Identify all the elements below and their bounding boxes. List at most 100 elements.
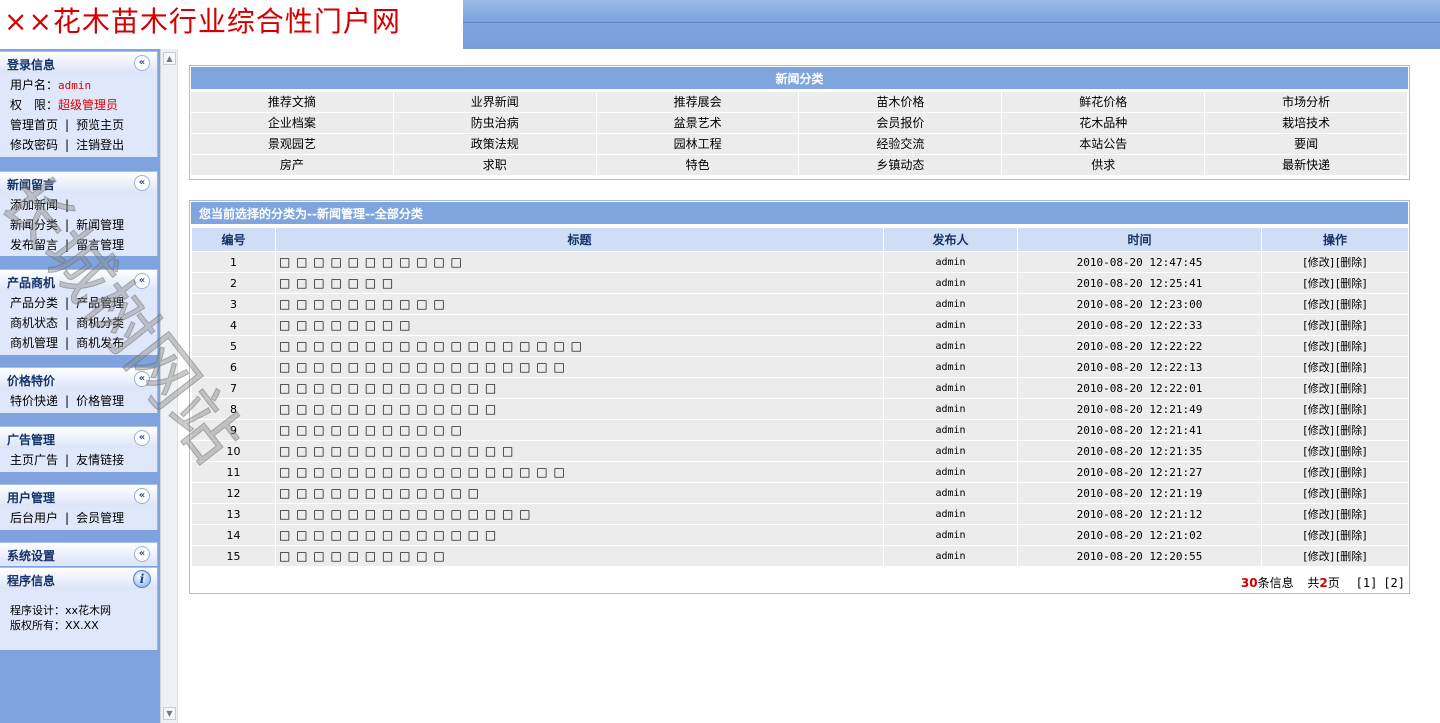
edit-link[interactable]: [修改]	[1303, 319, 1334, 332]
category-link[interactable]: 花木品种	[1002, 113, 1206, 134]
delete-link[interactable]: [删除]	[1336, 487, 1367, 500]
category-link[interactable]: 乡镇动态	[799, 155, 1003, 176]
collapse-icon[interactable]: «	[134, 371, 150, 387]
cell-title[interactable]: □ □ □ □ □ □ □ □ □ □ □	[275, 251, 884, 273]
collapse-icon[interactable]: «	[134, 430, 150, 446]
edit-link[interactable]: [修改]	[1303, 277, 1334, 290]
cell-title[interactable]: □ □ □ □ □ □ □ □ □ □ □ □ □	[275, 398, 884, 420]
link-change-password[interactable]: 修改密码	[10, 138, 58, 152]
collapse-icon[interactable]: «	[134, 546, 150, 562]
delete-link[interactable]: [删除]	[1336, 277, 1367, 290]
link-home-ads[interactable]: 主页广告	[10, 453, 58, 467]
link-friend-links[interactable]: 友情链接	[76, 453, 124, 467]
link-member-manage[interactable]: 会员管理	[76, 511, 124, 525]
cell-title[interactable]: □ □ □ □ □ □ □	[275, 272, 884, 294]
cell-title[interactable]: □ □ □ □ □ □ □ □	[275, 314, 884, 336]
category-link[interactable]: 会员报价	[799, 113, 1003, 134]
cell-title[interactable]: □ □ □ □ □ □ □ □ □ □ □ □ □ □	[275, 440, 884, 462]
collapse-icon[interactable]: «	[134, 273, 150, 289]
link-preview-home[interactable]: 预览主页	[76, 118, 124, 132]
category-link[interactable]: 业界新闻	[393, 92, 597, 113]
section-header[interactable]: 系统设置 «	[0, 542, 157, 564]
edit-link[interactable]: [修改]	[1303, 256, 1334, 269]
cell-title[interactable]: □ □ □ □ □ □ □ □ □ □ □ □	[275, 482, 884, 504]
link-biz-manage[interactable]: 商机管理	[10, 336, 58, 350]
link-special-express[interactable]: 特价快递	[10, 394, 58, 408]
category-link[interactable]: 市场分析	[1205, 92, 1408, 113]
category-link[interactable]: 要闻	[1205, 134, 1408, 155]
category-link[interactable]: 推荐展会	[596, 92, 800, 113]
cell-title[interactable]: □ □ □ □ □ □ □ □ □ □ □ □ □	[275, 377, 884, 399]
edit-link[interactable]: [修改]	[1303, 445, 1334, 458]
link-backend-users[interactable]: 后台用户	[10, 511, 58, 525]
collapse-icon[interactable]: «	[134, 175, 150, 191]
category-link[interactable]: 经验交流	[799, 134, 1003, 155]
delete-link[interactable]: [删除]	[1336, 445, 1367, 458]
scroll-up-arrow-icon[interactable]: ▲	[163, 52, 176, 65]
cell-title[interactable]: □ □ □ □ □ □ □ □ □ □	[275, 545, 884, 567]
category-link[interactable]: 栽培技术	[1205, 113, 1408, 134]
link-message-manage[interactable]: 留言管理	[76, 238, 124, 252]
cell-title[interactable]: □ □ □ □ □ □ □ □ □ □ □ □ □ □ □ □ □	[275, 461, 884, 483]
delete-link[interactable]: [删除]	[1336, 424, 1367, 437]
delete-link[interactable]: [删除]	[1336, 466, 1367, 479]
link-add-news[interactable]: 添加新闻	[10, 198, 58, 212]
category-link[interactable]: 推荐文摘	[191, 92, 394, 113]
category-link[interactable]: 企业档案	[191, 113, 394, 134]
delete-link[interactable]: [删除]	[1336, 529, 1367, 542]
scroll-down-arrow-icon[interactable]: ▼	[163, 707, 176, 720]
link-product-category[interactable]: 产品分类	[10, 296, 58, 310]
edit-link[interactable]: [修改]	[1303, 487, 1334, 500]
cell-title[interactable]: □ □ □ □ □ □ □ □ □ □ □ □ □ □ □	[275, 503, 884, 525]
edit-link[interactable]: [修改]	[1303, 361, 1334, 374]
category-link[interactable]: 鲜花价格	[1002, 92, 1206, 113]
page-link-1[interactable]: [1]	[1356, 576, 1378, 590]
link-admin-home[interactable]: 管理首页	[10, 118, 58, 132]
delete-link[interactable]: [删除]	[1336, 256, 1367, 269]
edit-link[interactable]: [修改]	[1303, 508, 1334, 521]
category-link[interactable]: 特色	[596, 155, 800, 176]
category-link[interactable]: 苗木价格	[799, 92, 1003, 113]
link-biz-status[interactable]: 商机状态	[10, 316, 58, 330]
link-news-manage[interactable]: 新闻管理	[76, 218, 124, 232]
cell-title[interactable]: □ □ □ □ □ □ □ □ □ □ □ □ □ □ □ □ □ □	[275, 335, 884, 357]
scrollbar[interactable]: ▲ ▼	[160, 49, 178, 723]
delete-link[interactable]: [删除]	[1336, 361, 1367, 374]
edit-link[interactable]: [修改]	[1303, 382, 1334, 395]
category-link[interactable]: 最新快递	[1205, 155, 1408, 176]
category-link[interactable]: 房产	[191, 155, 394, 176]
collapse-icon[interactable]: «	[134, 488, 150, 504]
edit-link[interactable]: [修改]	[1303, 466, 1334, 479]
category-link[interactable]: 防虫治病	[393, 113, 597, 134]
category-link[interactable]: 本站公告	[1002, 134, 1206, 155]
page-link-2[interactable]: [2]	[1383, 576, 1405, 590]
delete-link[interactable]: [删除]	[1336, 508, 1367, 521]
edit-link[interactable]: [修改]	[1303, 298, 1334, 311]
delete-link[interactable]: [删除]	[1336, 382, 1367, 395]
delete-link[interactable]: [删除]	[1336, 550, 1367, 563]
edit-link[interactable]: [修改]	[1303, 424, 1334, 437]
category-link[interactable]: 景观园艺	[191, 134, 394, 155]
delete-link[interactable]: [删除]	[1336, 403, 1367, 416]
category-link[interactable]: 盆景艺术	[596, 113, 800, 134]
category-link[interactable]: 政策法规	[393, 134, 597, 155]
edit-link[interactable]: [修改]	[1303, 550, 1334, 563]
edit-link[interactable]: [修改]	[1303, 529, 1334, 542]
cell-title[interactable]: □ □ □ □ □ □ □ □ □ □	[275, 293, 884, 315]
link-biz-publish[interactable]: 商机发布	[76, 336, 124, 350]
link-product-manage[interactable]: 产品管理	[76, 296, 124, 310]
cell-title[interactable]: □ □ □ □ □ □ □ □ □ □ □ □ □ □ □ □ □	[275, 356, 884, 378]
edit-link[interactable]: [修改]	[1303, 340, 1334, 353]
link-news-category[interactable]: 新闻分类	[10, 218, 58, 232]
delete-link[interactable]: [删除]	[1336, 298, 1367, 311]
collapse-icon[interactable]: «	[134, 55, 150, 71]
edit-link[interactable]: [修改]	[1303, 403, 1334, 416]
category-link[interactable]: 求职	[393, 155, 597, 176]
link-post-message[interactable]: 发布留言	[10, 238, 58, 252]
link-logout[interactable]: 注销登出	[76, 138, 124, 152]
delete-link[interactable]: [删除]	[1336, 319, 1367, 332]
cell-title[interactable]: □ □ □ □ □ □ □ □ □ □ □	[275, 419, 884, 441]
link-price-manage[interactable]: 价格管理	[76, 394, 124, 408]
category-link[interactable]: 供求	[1002, 155, 1206, 176]
category-link[interactable]: 园林工程	[596, 134, 800, 155]
